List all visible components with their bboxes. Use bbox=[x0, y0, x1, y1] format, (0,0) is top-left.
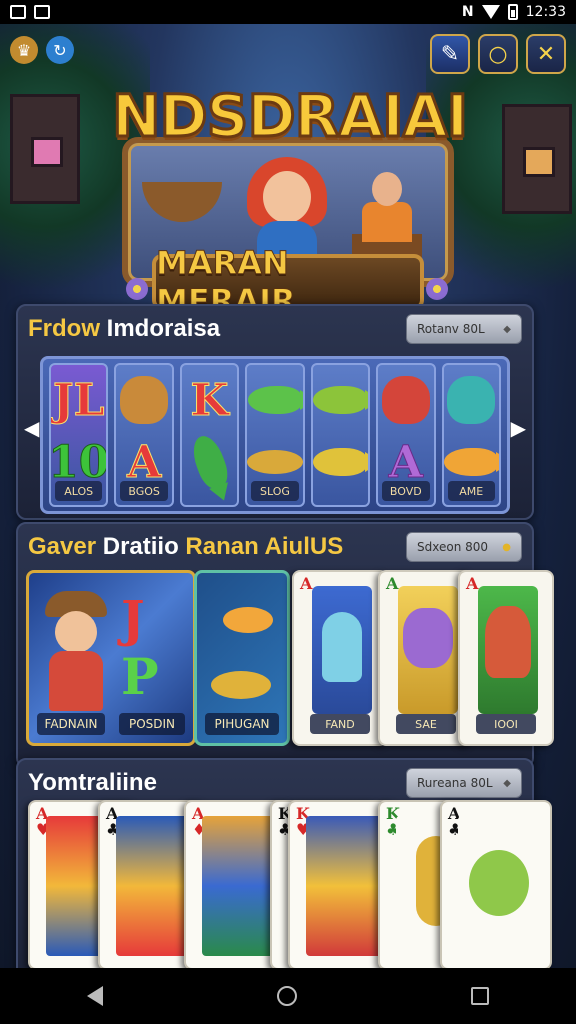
download-icon bbox=[34, 5, 50, 19]
reel: JL 10 ALOS bbox=[49, 363, 109, 507]
section-header: Gaver Dratiio Ranan AiulUS Sdxeon 800 ● bbox=[28, 530, 522, 564]
card-caption: POSDIN bbox=[119, 713, 185, 735]
camel-symbol-icon bbox=[116, 369, 171, 431]
filter-label: Rotanv 80L bbox=[417, 322, 485, 336]
filter-label: Rureana 80L bbox=[417, 776, 493, 790]
title-banner: NDSDRAIAI MARAN MERAIR bbox=[111, 81, 470, 321]
wifi-icon bbox=[481, 5, 500, 19]
slot-reels[interactable]: JL 10 ALOS A BGOS K SLOG A BOVD AME bbox=[40, 356, 510, 514]
filter-dropdown[interactable]: Rotanv 80L ◆ bbox=[406, 314, 522, 344]
system-nav-bar bbox=[0, 968, 576, 1024]
pencil-icon[interactable]: ✎ bbox=[430, 34, 470, 74]
reel: SLOG bbox=[245, 363, 305, 507]
section-header: Frdow Imdoraisa Rotanv 80L ◆ bbox=[28, 312, 522, 346]
flower-decoration bbox=[126, 278, 148, 300]
reel-label: BOVD bbox=[382, 481, 430, 501]
filter-label: Sdxeon 800 bbox=[417, 540, 489, 554]
creature-symbol-icon bbox=[444, 369, 499, 431]
playing-card[interactable]: A ♣ bbox=[440, 800, 552, 968]
card-caption: IOOI bbox=[476, 714, 536, 734]
chevron-right-icon[interactable]: ▶ bbox=[511, 416, 526, 440]
hut-left-decoration bbox=[10, 94, 80, 204]
section-title: Yomtraliine bbox=[28, 769, 157, 796]
filter-dropdown[interactable]: Rureana 80L ◆ bbox=[406, 768, 522, 798]
close-icon[interactable]: ✕ bbox=[526, 34, 566, 74]
carrier-icon: N bbox=[461, 4, 474, 20]
subtitle-plate: MARAN MERAIR bbox=[152, 244, 424, 321]
playing-card[interactable]: A FAND bbox=[292, 570, 388, 746]
reel-label: AME bbox=[447, 481, 495, 501]
section-slots: Frdow Imdoraisa Rotanv 80L ◆ ◀ ▶ JL 10 A… bbox=[16, 304, 534, 520]
gallery-icon bbox=[10, 5, 26, 19]
section-deck: Yomtraliine Rureana 80L ◆ A ♥ A ♣ A ♦ K ♣ bbox=[16, 758, 552, 968]
fish-symbol-icon bbox=[182, 431, 237, 493]
refresh-icon[interactable]: ↻ bbox=[46, 36, 74, 64]
card-row: A ♥ A ♣ A ♦ K ♣ K ♥ K ♣ A ♣ bbox=[26, 800, 552, 968]
top-right-icons: ✎ ○ ✕ bbox=[430, 34, 566, 74]
top-left-icons: ♛ ↻ bbox=[10, 36, 74, 64]
back-icon[interactable] bbox=[87, 986, 103, 1006]
game-lobby: ♛ ↻ ✎ ○ ✕ NDSDRAIAI MARAN MERAIR Frdow I… bbox=[0, 24, 576, 968]
card-caption: FAND bbox=[310, 714, 370, 734]
reel: K bbox=[179, 363, 240, 507]
coin-icon: ● bbox=[502, 541, 511, 553]
reel: AME bbox=[441, 363, 501, 507]
status-bar: N 12:33 bbox=[0, 0, 576, 24]
trophy-icon[interactable]: ♛ bbox=[10, 36, 38, 64]
card-symbol: P bbox=[121, 647, 159, 706]
reel: A BGOS bbox=[114, 363, 174, 507]
card-caption: SAE bbox=[396, 714, 456, 734]
battery-icon bbox=[507, 4, 518, 20]
fish-symbol-icon bbox=[313, 369, 369, 431]
filter-dropdown[interactable]: Sdxeon 800 ● bbox=[406, 532, 522, 562]
game-title: NDSDRAIAI bbox=[111, 81, 470, 152]
fish-icon bbox=[223, 607, 273, 633]
flower-decoration bbox=[426, 278, 448, 300]
card-symbol: J bbox=[121, 589, 145, 648]
reel-label: ALOS bbox=[55, 481, 103, 501]
reel: A BOVD bbox=[376, 363, 436, 507]
section-title: Frdow Imdoraisa bbox=[28, 315, 221, 342]
reel bbox=[310, 363, 371, 507]
chevron-left-icon[interactable]: ◀ bbox=[24, 416, 39, 440]
playing-card[interactable]: A IOOI bbox=[458, 570, 554, 746]
bull-symbol-icon bbox=[378, 369, 433, 431]
chevron-icon: ◆ bbox=[503, 777, 511, 789]
home-icon[interactable] bbox=[277, 986, 297, 1006]
section-cards: Gaver Dratiio Ranan AiulUS Sdxeon 800 ● … bbox=[16, 522, 554, 768]
fish-icon bbox=[211, 671, 271, 699]
section-header: Yomtraliine Rureana 80L ◆ bbox=[28, 766, 522, 800]
fish-symbol-icon bbox=[313, 431, 369, 493]
card-caption: PIHUGAN bbox=[205, 713, 279, 735]
hut-right-decoration bbox=[502, 104, 572, 214]
section-title: Gaver Dratiio Ranan AiulUS bbox=[28, 533, 344, 560]
reel-label: BGOS bbox=[120, 481, 168, 501]
chevron-icon: ◆ bbox=[503, 323, 511, 335]
recent-apps-icon[interactable] bbox=[471, 987, 489, 1005]
card-caption: FADNAIN bbox=[37, 713, 105, 735]
fish-symbol-icon bbox=[247, 369, 303, 431]
circle-icon[interactable]: ○ bbox=[478, 34, 518, 74]
game-card[interactable]: PIHUGAN bbox=[194, 570, 290, 746]
game-card[interactable]: J P FADNAIN POSDIN bbox=[26, 570, 196, 746]
reel-label: SLOG bbox=[251, 481, 299, 501]
clock: 12:33 bbox=[525, 4, 566, 20]
card-row: J P FADNAIN POSDIN PIHUGAN A FAND A SAE bbox=[26, 570, 554, 746]
